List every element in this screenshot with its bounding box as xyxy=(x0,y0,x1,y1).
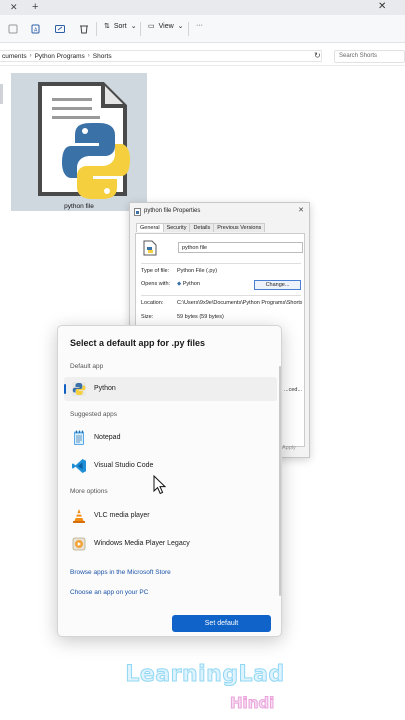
location-value: C:\Users\9x9e\Documents\Python Programs\… xyxy=(177,300,302,306)
type-value: Python File (.py) xyxy=(177,268,218,274)
section-default-app: Default app xyxy=(70,363,104,370)
breadcrumb[interactable]: cuments › Python Programs › Shorts xyxy=(0,50,322,62)
vscode-icon xyxy=(72,459,86,473)
set-default-button[interactable]: Set default xyxy=(172,615,271,632)
advanced-button[interactable]: ...ced... xyxy=(284,387,302,393)
nav-pane-edge xyxy=(0,84,3,104)
file-name-field[interactable]: python file xyxy=(178,242,303,253)
scrollbar[interactable] xyxy=(279,366,281,596)
type-label: Type of file: xyxy=(141,268,170,274)
section-suggested-apps: Suggested apps xyxy=(70,411,117,418)
tab-strip: ✕ + ✕ xyxy=(0,0,405,15)
view-label: View xyxy=(158,22,174,30)
file-icon xyxy=(134,208,141,216)
tab-previous-versions[interactable]: Previous Versions xyxy=(213,223,266,232)
divider xyxy=(141,263,301,264)
dialog-title: python file Properties xyxy=(144,208,201,214)
view-icon: ▭ xyxy=(148,23,155,30)
size-label: Size: xyxy=(141,314,154,320)
sort-icon: ⇅ xyxy=(104,23,110,30)
watermark-logo: LearningLad Hindi xyxy=(120,662,290,713)
change-button[interactable]: Change... xyxy=(254,280,301,290)
refresh-icon[interactable]: ↻ xyxy=(314,51,321,60)
dialog-title: Select a default app for .py files xyxy=(70,338,206,348)
app-option-python[interactable]: Python xyxy=(64,377,277,401)
view-button[interactable]: ▭ View ⌄ xyxy=(148,22,184,31)
selection-indicator xyxy=(64,384,66,394)
media-player-icon xyxy=(72,537,86,551)
section-more-options: More options xyxy=(70,488,108,495)
app-label: Windows Media Player Legacy xyxy=(94,540,190,547)
python-icon: ◆ xyxy=(177,281,182,287)
size-value: 59 bytes (59 bytes) xyxy=(177,314,224,320)
properties-tabs: General Security Details Previous Versio… xyxy=(136,223,266,232)
toolbar-divider xyxy=(140,22,141,36)
file-item[interactable]: python file xyxy=(11,73,147,211)
app-label: Python xyxy=(94,385,116,392)
divider xyxy=(141,295,301,296)
default-app-dialog: Select a default app for .py files Defau… xyxy=(57,325,282,637)
python-icon xyxy=(72,382,86,396)
sort-button[interactable]: ⇅ Sort ⌄ xyxy=(104,22,137,31)
explorer-toolbar: A ⇅ Sort ⌄ ▭ View ⌄ ··· xyxy=(0,15,405,43)
chevron-right-icon: › xyxy=(29,53,32,59)
notepad-icon xyxy=(74,430,84,445)
file-name-label: python file xyxy=(64,203,94,210)
location-label: Location: xyxy=(141,300,164,306)
app-option-vscode[interactable]: Visual Studio Code xyxy=(64,454,277,478)
watermark-title: LearningLad xyxy=(125,662,285,688)
sort-label: Sort xyxy=(113,22,127,30)
app-label: VLC media player xyxy=(94,512,150,519)
python-file-icon xyxy=(38,82,130,199)
app-label: Visual Studio Code xyxy=(94,462,154,469)
delete-icon[interactable] xyxy=(78,23,90,35)
app-option-notepad[interactable]: Notepad xyxy=(64,426,277,450)
tab-general[interactable]: General xyxy=(136,223,164,232)
close-window-icon[interactable]: ✕ xyxy=(378,1,386,12)
toolbar-divider xyxy=(188,22,189,36)
choose-app-on-pc-link[interactable]: Choose an app on your PC xyxy=(70,589,148,596)
copy-icon[interactable]: A xyxy=(30,23,42,35)
tab-close-icon[interactable]: ✕ xyxy=(10,2,18,13)
breadcrumb-item[interactable]: Shorts xyxy=(93,53,112,60)
address-bar: cuments › Python Programs › Shorts ↻ Sea… xyxy=(0,46,405,66)
chevron-down-icon: ⌄ xyxy=(177,23,184,30)
search-input[interactable]: Search Shorts xyxy=(334,50,405,63)
mouse-cursor-icon xyxy=(153,475,167,495)
more-button[interactable]: ··· xyxy=(196,22,203,29)
app-option-windows-media-player[interactable]: Windows Media Player Legacy xyxy=(64,532,277,556)
chevron-right-icon: › xyxy=(87,53,90,59)
cut-icon[interactable] xyxy=(7,23,19,35)
breadcrumb-item[interactable]: Python Programs xyxy=(35,53,85,60)
opens-with-app: Python xyxy=(182,281,200,287)
share-icon[interactable] xyxy=(54,23,66,35)
opens-with-label: Opens with: xyxy=(141,281,171,287)
opens-with-value: ◆ Python xyxy=(177,281,200,287)
vlc-icon xyxy=(73,509,85,523)
apply-button[interactable]: Apply xyxy=(282,445,296,451)
tab-details[interactable]: Details xyxy=(189,223,215,232)
breadcrumb-item[interactable]: cuments xyxy=(2,53,27,60)
app-label: Notepad xyxy=(94,434,121,441)
tab-security[interactable]: Security xyxy=(162,223,191,232)
chevron-down-icon: ⌄ xyxy=(130,23,137,30)
watermark-subtitle: Hindi xyxy=(229,694,275,713)
new-tab-icon[interactable]: + xyxy=(32,1,38,13)
close-icon[interactable]: ✕ xyxy=(298,206,304,214)
toolbar-divider xyxy=(96,22,97,36)
python-file-icon xyxy=(143,240,157,256)
microsoft-store-link[interactable]: Browse apps in the Microsoft Store xyxy=(70,569,171,576)
screen: ✕ + ✕ A ⇅ Sort ⌄ ▭ View ⌄ ··· cuments › … xyxy=(0,0,405,720)
app-option-vlc[interactable]: VLC media player xyxy=(64,504,277,528)
